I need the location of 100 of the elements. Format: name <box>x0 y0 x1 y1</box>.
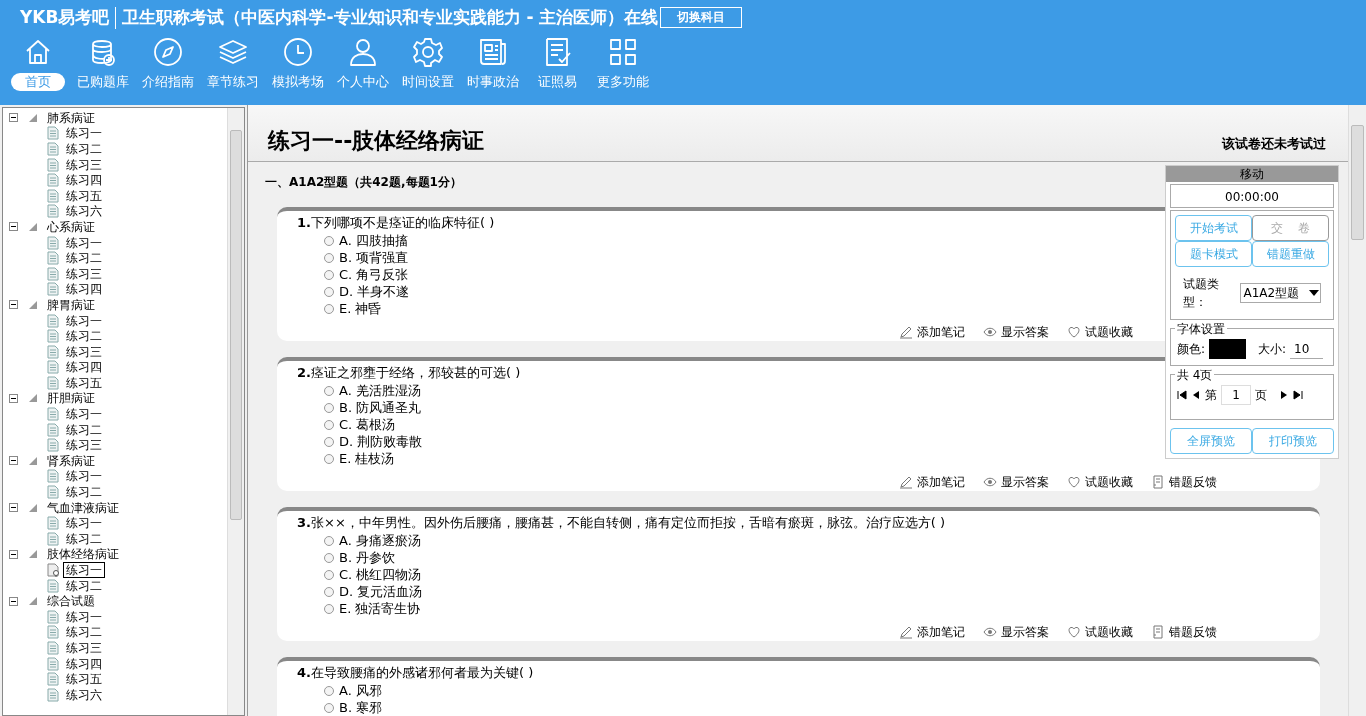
action-link[interactable]: 试题收藏 <box>1085 623 1133 641</box>
tree-item[interactable]: 练习三 <box>63 640 105 656</box>
radio-button[interactable] <box>324 586 334 597</box>
document-icon <box>47 531 59 546</box>
caret-icon[interactable] <box>1308 288 1320 298</box>
page-field[interactable]: 1 <box>1221 385 1251 405</box>
clock-icon[interactable] <box>281 36 314 68</box>
tree-item[interactable]: 练习一 <box>63 468 105 485</box>
tree-item[interactable]: 练习二 <box>63 530 105 547</box>
tree-category[interactable]: 肺系病证 <box>44 109 98 126</box>
tree-item[interactable]: 练习三 <box>63 437 105 454</box>
tree-item[interactable]: 练习六 <box>63 203 105 220</box>
document-icon <box>47 235 59 250</box>
collapse-icon[interactable] <box>9 113 18 123</box>
option-text: D. 半身不遂 <box>339 283 410 300</box>
collapse-icon[interactable] <box>9 300 18 310</box>
collapse-icon[interactable] <box>9 394 18 403</box>
radio-button[interactable] <box>324 252 334 263</box>
radio-button[interactable] <box>324 685 334 696</box>
tree-item[interactable]: 练习二 <box>63 484 105 501</box>
heart-icon <box>1067 475 1081 489</box>
tree-item[interactable]: 练习六 <box>63 686 105 703</box>
group-legend: 字体设置 <box>1175 320 1227 338</box>
tree-item[interactable]: 练习一 <box>63 234 105 251</box>
document-icon <box>47 563 59 577</box>
action-link[interactable]: 添加笔记 <box>917 323 965 341</box>
tree-category[interactable]: 肝胆病证 <box>44 390 98 407</box>
tree-category[interactable]: 肢体经络病证 <box>44 546 122 563</box>
radio-button[interactable] <box>324 603 334 614</box>
tree-item[interactable]: 练习一 <box>63 608 105 625</box>
radio-button[interactable] <box>324 419 334 430</box>
tree-item[interactable]: 练习一 <box>63 515 105 532</box>
action-link[interactable]: 试题收藏 <box>1085 323 1133 341</box>
tree-item[interactable]: 练习三 <box>63 265 105 282</box>
tree-item[interactable]: 练习三 <box>63 343 105 360</box>
action-link[interactable]: 添加笔记 <box>917 473 965 491</box>
tree-category[interactable]: 气血津液病证 <box>44 499 122 516</box>
radio-button[interactable] <box>324 569 334 580</box>
section-heading: 一、A1A2型题（共42题,每题1分） <box>265 175 462 189</box>
collapse-icon[interactable] <box>9 549 18 559</box>
first-page-icon[interactable] <box>1177 390 1187 400</box>
tree-item[interactable]: 练习四 <box>63 655 105 672</box>
tree-item[interactable]: 练习四 <box>63 172 105 189</box>
scrollbar[interactable] <box>227 108 244 715</box>
tree-item[interactable]: 练习四 <box>63 359 105 376</box>
radio-button[interactable] <box>324 385 334 396</box>
action-link[interactable]: 显示答案 <box>1001 473 1049 491</box>
tree-category[interactable]: 肾系病证 <box>44 452 98 469</box>
radio-button[interactable] <box>324 453 334 464</box>
document-icon <box>47 578 59 593</box>
scrollbar[interactable] <box>1348 105 1366 716</box>
tree-item[interactable]: 练习一 <box>63 312 105 329</box>
action-link[interactable]: 添加笔记 <box>917 623 965 641</box>
compass-icon[interactable] <box>151 36 184 68</box>
radio-button[interactable] <box>324 535 334 546</box>
action-link[interactable]: 错题反馈 <box>1169 473 1217 491</box>
tree-category[interactable]: 综合试题 <box>44 593 98 610</box>
tree-item[interactable]: 练习三 <box>63 156 105 173</box>
triangle-icon <box>28 221 38 232</box>
option-text: A. 四肢抽搐 <box>339 232 408 249</box>
tree-item[interactable]: 练习一 <box>63 125 105 142</box>
next-page-icon[interactable] <box>1279 390 1289 400</box>
tree-item[interactable]: 练习二 <box>63 250 105 267</box>
tree-category[interactable]: 脾胃病证 <box>44 296 98 313</box>
radio-button[interactable] <box>324 436 334 447</box>
tree-item[interactable]: 练习二 <box>63 421 105 438</box>
color-swatch[interactable] <box>1209 339 1247 359</box>
action-link[interactable]: 显示答案 <box>1001 323 1049 341</box>
tree-item[interactable]: 练习五 <box>63 374 105 391</box>
collapse-icon[interactable] <box>9 222 18 232</box>
radio-button[interactable] <box>324 303 334 314</box>
tree-item[interactable]: 练习二 <box>63 624 105 641</box>
tree-item[interactable]: 练习二 <box>63 141 105 157</box>
radio-button[interactable] <box>324 235 334 246</box>
radio-button[interactable] <box>324 269 334 280</box>
action-link[interactable]: 错题反馈 <box>1169 623 1217 641</box>
option-text: D. 荆防败毒散 <box>339 433 423 450</box>
tree-item[interactable]: 练习一 <box>63 406 105 423</box>
panel-title-bar[interactable]: 移动 <box>1166 166 1338 182</box>
last-page-icon[interactable] <box>1293 390 1303 400</box>
radio-button[interactable] <box>324 702 334 713</box>
radio-button[interactable] <box>324 552 334 563</box>
collapse-icon[interactable] <box>9 456 18 466</box>
radio-button[interactable] <box>324 286 334 297</box>
tree-item[interactable]: 练习二 <box>63 577 105 594</box>
collapse-icon[interactable] <box>9 596 18 606</box>
type-dropdown[interactable]: A1A2型题 <box>1240 283 1321 303</box>
tree-item[interactable]: 练习五 <box>63 671 105 688</box>
option-text: E. 桂枝汤 <box>339 450 395 467</box>
tree-item[interactable]: 练习一 <box>63 562 105 578</box>
settings-icon[interactable] <box>411 36 444 68</box>
collapse-icon[interactable] <box>9 503 18 513</box>
radio-button[interactable] <box>324 402 334 413</box>
tree-item[interactable]: 练习五 <box>63 187 105 204</box>
tree-category[interactable]: 心系病证 <box>44 218 98 235</box>
tree-item[interactable]: 练习二 <box>63 328 105 345</box>
tree-item[interactable]: 练习四 <box>63 281 105 298</box>
previous-page-icon[interactable] <box>1191 390 1201 400</box>
action-link[interactable]: 试题收藏 <box>1085 473 1133 491</box>
action-link[interactable]: 显示答案 <box>1001 623 1049 641</box>
